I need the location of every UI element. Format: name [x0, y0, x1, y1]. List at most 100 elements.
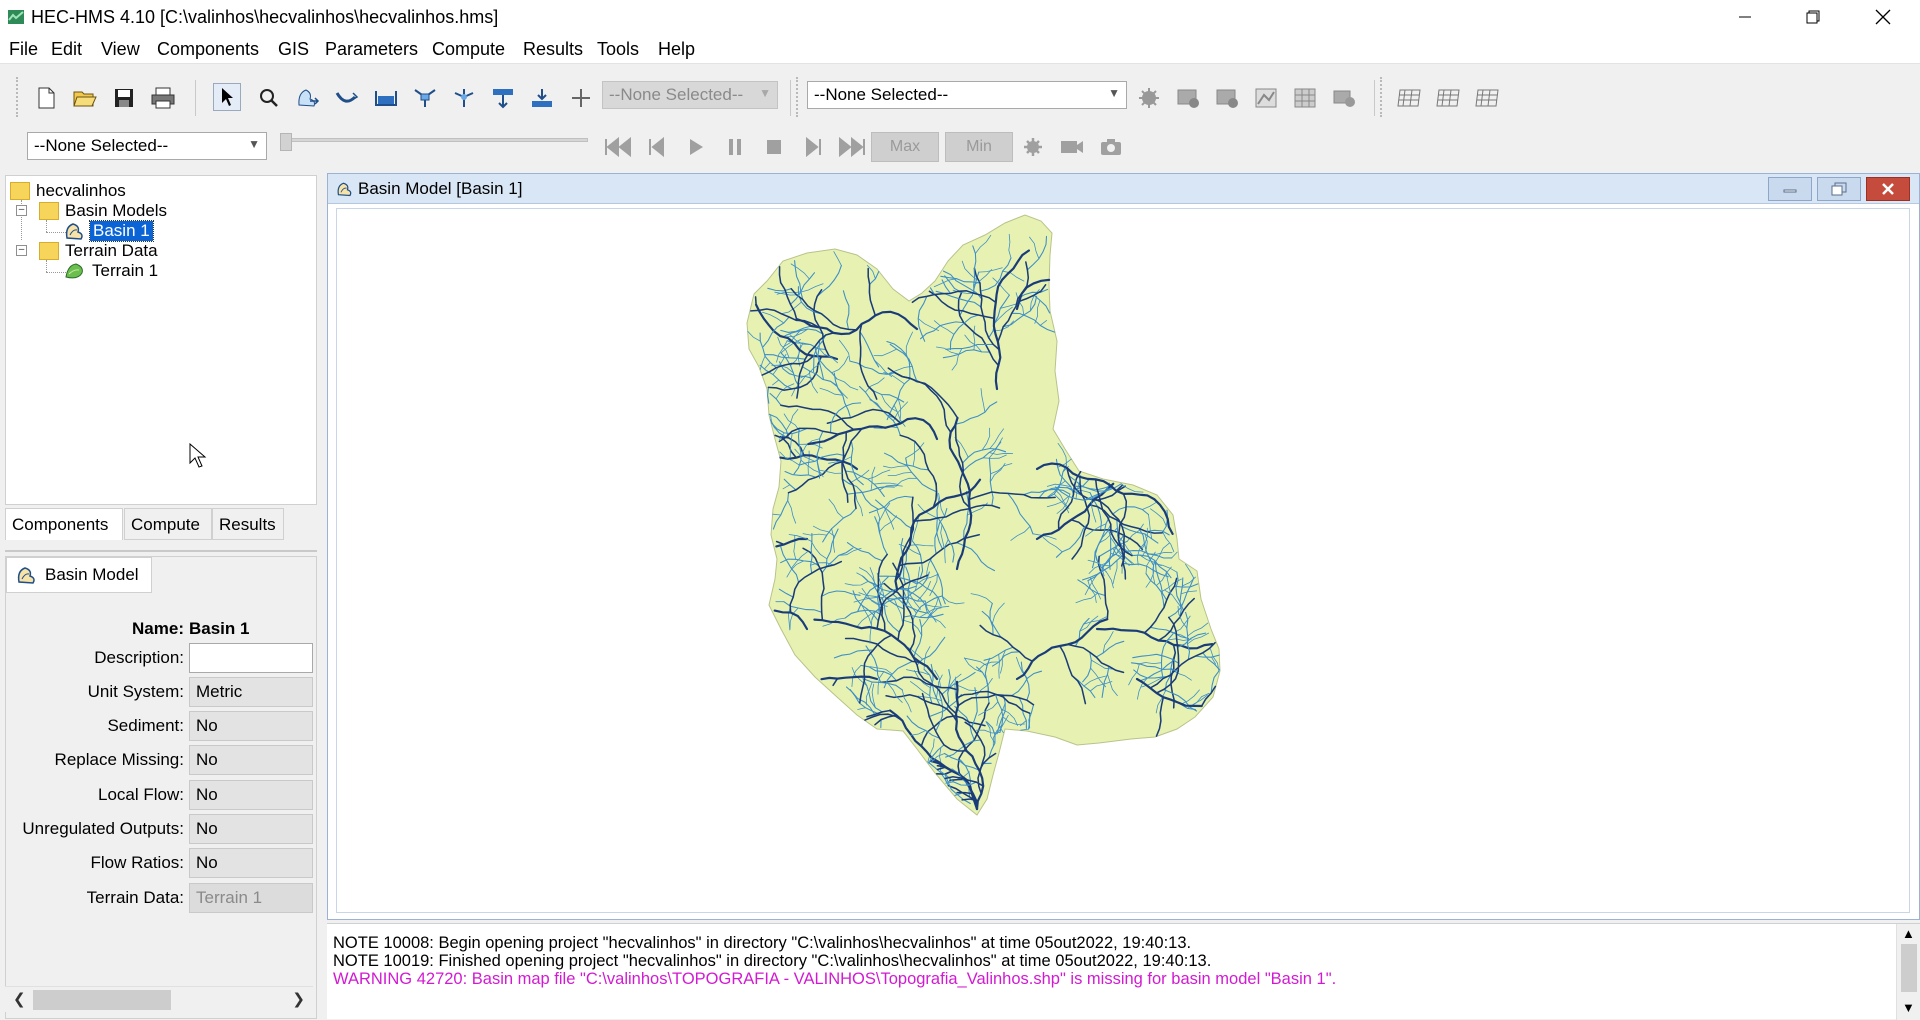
tree-basin-1-label: Basin 1 [90, 221, 153, 241]
watershed-map [337, 209, 1910, 913]
scroll-down-icon[interactable]: ▼ [1902, 1000, 1915, 1015]
stop-button[interactable] [760, 133, 788, 161]
close-button[interactable] [1848, 0, 1918, 34]
console-scrollbar[interactable]: ▲ ▼ [1896, 924, 1920, 1020]
crosshair-tool-button[interactable] [567, 84, 595, 112]
open-folder-button[interactable] [71, 84, 99, 112]
graph-button[interactable] [1252, 84, 1280, 112]
time-slider-thumb[interactable] [280, 133, 292, 151]
previous-frame-button[interactable] [643, 133, 671, 161]
basin-model-window-titlebar[interactable]: Basin Model [Basin 1] [328, 174, 1919, 204]
basin-map-canvas[interactable] [336, 208, 1910, 913]
grid-1-button[interactable] [1395, 84, 1423, 112]
horizontal-scrollbar[interactable]: ❮ ❯ [5, 986, 313, 1012]
max-button[interactable]: Max [871, 132, 939, 162]
save-button[interactable] [110, 84, 138, 112]
scrollbar-thumb[interactable] [1901, 944, 1917, 992]
restore-button[interactable] [1778, 0, 1848, 34]
tab-compute[interactable]: Compute [124, 508, 212, 540]
toolbar-grip[interactable] [16, 77, 22, 117]
diversion-tool-button[interactable] [450, 84, 478, 112]
grid-3-button[interactable] [1473, 84, 1501, 112]
sink-tool-button[interactable] [528, 84, 556, 112]
zoom-tool-button[interactable] [255, 84, 283, 112]
junction-tool-button[interactable] [411, 84, 439, 112]
scroll-up-icon[interactable]: ▲ [1902, 926, 1915, 941]
animation-settings-button[interactable] [1019, 133, 1047, 161]
toolbar-grip[interactable] [1380, 77, 1386, 117]
inner-close-button[interactable] [1866, 177, 1910, 201]
results-2-button[interactable] [1213, 84, 1241, 112]
save-icon [114, 88, 134, 108]
menu-help[interactable]: Help [658, 39, 695, 60]
subbasin-icon [296, 87, 320, 109]
toolbar-grip[interactable] [796, 77, 802, 117]
tree-item-terrain-data[interactable]: Terrain Data [39, 240, 158, 262]
last-frame-button[interactable] [838, 133, 866, 161]
scroll-right-icon[interactable]: ❯ [292, 990, 305, 1008]
scrollbar-thumb[interactable] [33, 990, 171, 1010]
unit-system-row: Unit System: Metric [6, 677, 316, 707]
first-frame-button[interactable] [604, 133, 632, 161]
grid-2-button[interactable] [1434, 84, 1462, 112]
unregulated-outputs-select[interactable]: No [189, 814, 313, 844]
menu-gis[interactable]: GIS [278, 39, 309, 60]
menu-compute[interactable]: Compute [432, 39, 505, 60]
subbasin-tool-button[interactable] [294, 84, 322, 112]
element-select[interactable]: --None Selected-- ▼ [602, 81, 778, 109]
reservoir-tool-button[interactable] [372, 84, 400, 112]
menu-edit[interactable]: Edit [51, 39, 82, 60]
diversion-icon [452, 87, 476, 109]
table-button[interactable] [1291, 84, 1319, 112]
tab-components[interactable]: Components [5, 508, 123, 540]
next-frame-button[interactable] [799, 133, 827, 161]
new-file-button[interactable] [32, 84, 60, 112]
record-video-button[interactable] [1058, 133, 1086, 161]
menu-view[interactable]: View [101, 39, 140, 60]
console-warning: WARNING 42720: Basin map file "C:\valinh… [333, 970, 1336, 989]
play-button[interactable] [682, 133, 710, 161]
pause-button[interactable] [721, 133, 749, 161]
tree-item-basin-1[interactable]: Basin 1 [64, 220, 153, 242]
menu-components[interactable]: Components [157, 39, 259, 60]
collapse-icon[interactable]: – [16, 205, 27, 216]
menu-tools[interactable]: Tools [597, 39, 639, 60]
collapse-icon[interactable]: – [16, 245, 27, 256]
arrow-tool-button[interactable] [213, 83, 241, 111]
menu-results[interactable]: Results [523, 39, 583, 60]
snapshot-button[interactable] [1097, 133, 1125, 161]
scroll-left-icon[interactable]: ❮ [13, 990, 26, 1008]
sediment-select[interactable]: No [189, 711, 313, 741]
menu-file[interactable]: File [9, 39, 38, 60]
run-select[interactable]: --None Selected-- ▼ [807, 81, 1127, 109]
unit-system-label: Unit System: [88, 682, 184, 702]
source-tool-button[interactable] [489, 84, 517, 112]
print-button[interactable] [149, 84, 177, 112]
unregulated-outputs-label: Unregulated Outputs: [22, 819, 184, 839]
inner-minimize-button[interactable] [1768, 177, 1812, 201]
tree-item-basin-models[interactable]: Basin Models [39, 200, 167, 222]
replace-missing-select[interactable]: No [189, 745, 313, 775]
time-slider-track[interactable] [282, 138, 588, 142]
terrain-data-select[interactable]: Terrain 1 [189, 883, 313, 913]
basin-model-tab[interactable]: Basin Model [6, 557, 152, 593]
tab-results[interactable]: Results [212, 508, 284, 540]
tree-item-terrain-1[interactable]: Terrain 1 [64, 260, 158, 282]
compute-button[interactable] [1135, 84, 1163, 112]
basin-model-icon [64, 221, 86, 241]
summary-button[interactable] [1330, 84, 1358, 112]
animation-select[interactable]: --None Selected-- ▼ [27, 132, 267, 160]
minimize-button[interactable] [1710, 0, 1780, 34]
flow-ratios-select[interactable]: No [189, 848, 313, 878]
inner-restore-button[interactable] [1817, 177, 1861, 201]
explorer-tabs: Components Compute Results [5, 508, 317, 542]
menu-parameters[interactable]: Parameters [325, 39, 418, 60]
tree-item-project[interactable]: hecvalinhos [10, 180, 126, 202]
unit-system-select[interactable]: Metric [189, 677, 313, 707]
reach-tool-button[interactable] [333, 84, 361, 112]
results-1-button[interactable] [1174, 84, 1202, 112]
min-button[interactable]: Min [945, 132, 1013, 162]
description-field[interactable] [189, 643, 313, 673]
local-flow-select[interactable]: No [189, 780, 313, 810]
console-note-begin: NOTE 10008: Begin opening project "hecva… [333, 934, 1191, 953]
